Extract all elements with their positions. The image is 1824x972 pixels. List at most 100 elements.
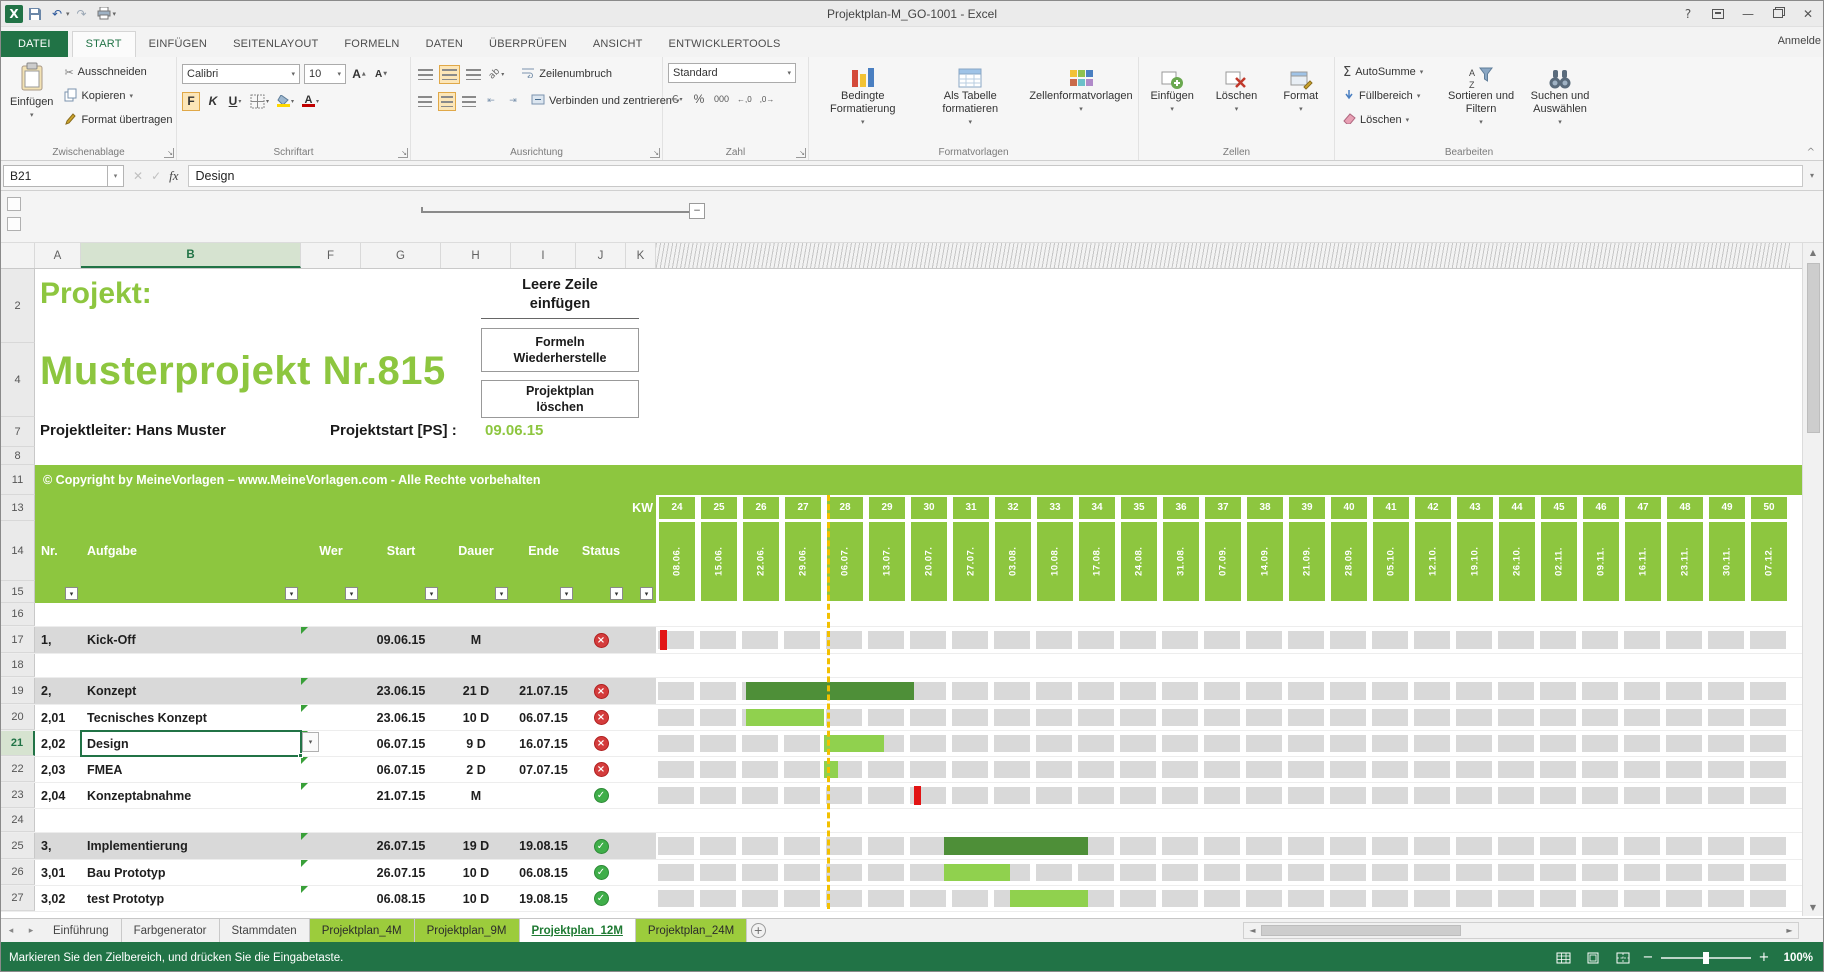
delete-plan-button[interactable]: Projektplan löschen	[481, 380, 639, 418]
format-painter-button[interactable]: Format übertragen	[61, 110, 175, 130]
cell-start[interactable]: 09.06.15	[361, 627, 441, 653]
cell-status[interactable]	[576, 809, 626, 832]
column-header-k[interactable]: K	[626, 243, 656, 268]
sheet-tab-projektplan_12m[interactable]: Projektplan_12M	[520, 919, 636, 942]
italic-button[interactable]: K	[204, 92, 222, 111]
collapse-group-button[interactable]: −	[689, 203, 705, 219]
cell-task-name[interactable]: FMEA	[81, 757, 301, 782]
cell-kw[interactable]	[626, 654, 656, 677]
ribbon-tab-überprüfen[interactable]: ÜBERPRÜFEN	[476, 32, 580, 57]
zoom-out-icon[interactable]: −	[1641, 950, 1655, 965]
cell-nr[interactable]	[35, 603, 81, 626]
cell-ende[interactable]: 21.07.15	[511, 678, 576, 704]
zoom-slider-thumb[interactable]	[1703, 952, 1709, 964]
cell-ende[interactable]	[511, 809, 576, 832]
gantt-bar[interactable]	[914, 786, 921, 805]
cell-task-name[interactable]	[81, 809, 301, 832]
column-header-a[interactable]: A	[35, 243, 81, 268]
select-all-corner[interactable]	[1, 243, 35, 268]
cell-dauer[interactable]: M	[441, 783, 511, 808]
cell-nr[interactable]: 1,	[35, 627, 81, 653]
gantt-bar[interactable]	[824, 735, 884, 752]
cell-dauer[interactable]: 10 D	[441, 886, 511, 911]
cell-start[interactable]	[361, 654, 441, 677]
cell-kw[interactable]	[626, 603, 656, 626]
copy-button[interactable]: Kopieren▾	[61, 86, 175, 106]
horizontal-scrollbar[interactable]: ◄ ►	[1243, 922, 1799, 939]
cell-start[interactable]: 23.06.15	[361, 705, 441, 730]
fill-color-button[interactable]: ▾	[275, 92, 296, 111]
column-header-g[interactable]: G	[361, 243, 441, 268]
chevron-down-icon[interactable]: ▾	[66, 10, 70, 18]
ribbon-tab-entwicklertools[interactable]: ENTWICKLERTOOLS	[656, 32, 794, 57]
cell-start[interactable]: 06.08.15	[361, 886, 441, 911]
cell-status[interactable]	[576, 654, 626, 677]
cell-start[interactable]: 26.07.15	[361, 860, 441, 885]
gantt-bar[interactable]	[660, 630, 667, 650]
scroll-down-icon[interactable]: ▼	[1803, 898, 1823, 916]
page-break-view-icon[interactable]	[1611, 948, 1635, 968]
cell-dauer[interactable]: 10 D	[441, 860, 511, 885]
narrow-column-headers[interactable]	[656, 243, 1790, 268]
ribbon-display-options-icon[interactable]	[1703, 2, 1733, 26]
ribbon-tab-einfügen[interactable]: EINFÜGEN	[136, 32, 220, 57]
fill-button[interactable]: Füllbereich▾	[1340, 86, 1440, 106]
column-header-b[interactable]: B	[81, 243, 301, 268]
sheet-tab-einführung[interactable]: Einführung	[41, 919, 122, 942]
cell-ende[interactable]: 06.07.15	[511, 705, 576, 730]
cell-ende[interactable]	[511, 627, 576, 653]
format-as-table-button[interactable]: Als Tabelle formatieren ▾	[922, 60, 1020, 144]
borders-button[interactable]: ▾	[248, 92, 271, 111]
filter-button[interactable]: ▾	[610, 587, 623, 600]
dialog-launcher-icon[interactable]: ↘	[796, 148, 806, 158]
column-header-j[interactable]: J	[576, 243, 626, 268]
cell-dauer[interactable]: M	[441, 627, 511, 653]
row-header-22[interactable]: 22	[1, 757, 35, 782]
row-header-11[interactable]: 11	[1, 465, 35, 495]
align-top-button[interactable]	[416, 65, 435, 84]
vertical-scrollbar[interactable]: ▲ ▼	[1802, 243, 1823, 916]
row-header-27[interactable]: 27	[1, 886, 35, 911]
cell-start[interactable]	[361, 809, 441, 832]
row-header-26[interactable]: 26	[1, 860, 35, 885]
dialog-launcher-icon[interactable]: ↘	[650, 148, 660, 158]
wrap-text-button[interactable]: Zeilenumbruch	[518, 64, 615, 84]
sheet-tab-projektplan_4m[interactable]: Projektplan_4M	[310, 919, 415, 942]
cell-task-name[interactable]: Konzeptabnahme	[81, 783, 301, 808]
insert-function-icon[interactable]: fx	[169, 168, 178, 184]
cell-ende[interactable]: 07.07.15	[511, 757, 576, 782]
cell-start[interactable]: 21.07.15	[361, 783, 441, 808]
cell-task-name[interactable]: Implementierung	[81, 833, 301, 859]
fill-handle[interactable]	[298, 753, 303, 758]
cell-status[interactable]: ×	[576, 731, 626, 756]
ribbon-tab-daten[interactable]: DATEN	[413, 32, 476, 57]
cell-status[interactable]	[576, 603, 626, 626]
insert-empty-row-button[interactable]: Leere Zeile einfügen	[481, 271, 639, 319]
cell-status[interactable]: ✓	[576, 886, 626, 911]
filter-button[interactable]: ▾	[495, 587, 508, 600]
cell-dropdown-icon[interactable]: ▾	[302, 732, 319, 752]
find-select-button[interactable]: Suchen und Auswählen ▾	[1522, 60, 1598, 144]
cell-status[interactable]: ✓	[576, 860, 626, 885]
cell-status[interactable]: ✓	[576, 783, 626, 808]
cell-dauer[interactable]	[441, 654, 511, 677]
cell-nr[interactable]: 2,04	[35, 783, 81, 808]
formula-input[interactable]: Design	[188, 165, 1803, 187]
paste-button[interactable]: Einfügen ▾	[6, 60, 57, 144]
cell-kw[interactable]	[626, 731, 656, 756]
row-header-14[interactable]: 14	[1, 521, 35, 581]
cell-start[interactable]: 06.07.15	[361, 731, 441, 756]
comma-style-button[interactable]: 000	[712, 90, 731, 109]
cell-status[interactable]: ×	[576, 678, 626, 704]
cell-task-name[interactable]	[81, 654, 301, 677]
cell-nr[interactable]: 2,01	[35, 705, 81, 730]
sheet-tab-stammdaten[interactable]: Stammdaten	[220, 919, 310, 942]
cell-wer[interactable]	[301, 757, 361, 782]
cell-ende[interactable]: 19.08.15	[511, 886, 576, 911]
cell-wer[interactable]	[301, 705, 361, 730]
cell-dauer[interactable]: 21 D	[441, 678, 511, 704]
name-box-dropdown-icon[interactable]: ▾	[108, 165, 124, 187]
shrink-font-button[interactable]: A▼	[372, 65, 390, 84]
cell-dauer[interactable]	[441, 603, 511, 626]
cut-button[interactable]: ✂Ausschneiden	[61, 62, 175, 82]
